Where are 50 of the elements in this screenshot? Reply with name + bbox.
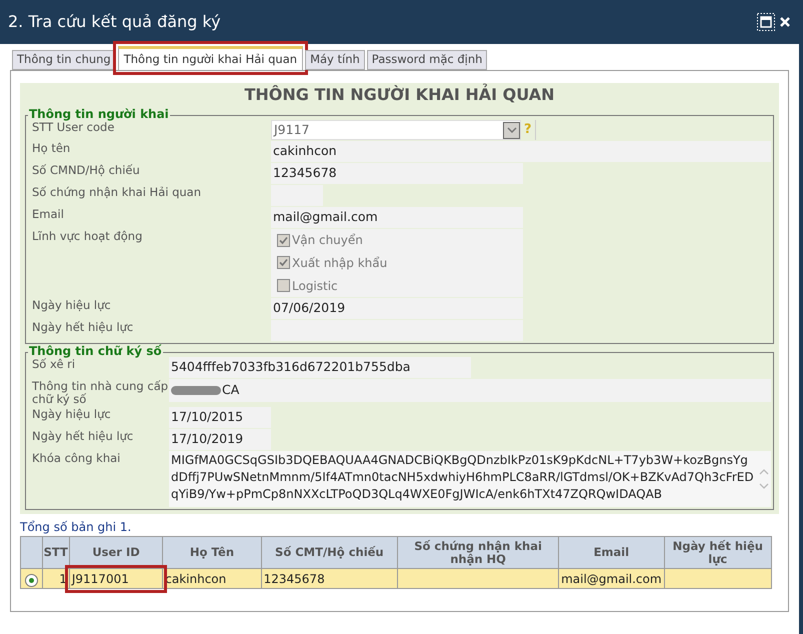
field-label: Email xyxy=(31,207,65,221)
table-cell: cakinhcon xyxy=(162,568,262,588)
checkbox-label: Logistic xyxy=(292,278,338,295)
field-label: Ngày hiệu lực xyxy=(31,298,112,312)
field-label: STT User code xyxy=(32,120,114,134)
checkbox[interactable] xyxy=(277,279,290,292)
maximize-icon[interactable] xyxy=(757,13,775,31)
tab[interactable]: Password mặc định xyxy=(366,50,488,70)
field-value: CA xyxy=(222,381,240,400)
field-label: Họ tên xyxy=(31,141,72,155)
field-label: Số xê ri xyxy=(32,357,76,371)
column-header: Số chứng nhận khai nhận HQ xyxy=(398,536,559,568)
close-icon[interactable] xyxy=(779,16,791,28)
tab[interactable]: Máy tính xyxy=(305,50,365,70)
redaction-mark xyxy=(171,386,221,395)
text-field[interactable]: 5404fffeb7033fb316d672201b755dba xyxy=(169,357,471,378)
text-field[interactable]: 07/06/2019 xyxy=(271,298,523,319)
chevron-icon xyxy=(506,127,516,133)
tab[interactable]: Thông tin chung xyxy=(12,50,116,70)
field-label: Lĩnh vực hoạt động xyxy=(31,229,144,243)
record-count: Tổng số bản ghi 1. xyxy=(20,520,132,535)
dropdown-button[interactable] xyxy=(503,122,520,138)
field-label: Thông tin nhà cung cấp chữ ký số xyxy=(31,379,169,406)
window-title: 2. Tra cứu kết quả đăng ký xyxy=(8,11,221,33)
checkbox[interactable] xyxy=(277,256,290,270)
fieldset-legend: Thông tin chữ ký số xyxy=(28,344,163,358)
combo-field[interactable]: J9117 xyxy=(271,120,521,140)
field-label: Ngày hết hiệu lực xyxy=(31,320,134,334)
combo-value: J9117 xyxy=(274,120,310,139)
text-field[interactable]: 17/10/2015 xyxy=(169,407,271,428)
table-cell: 12345678 xyxy=(261,568,398,588)
field-label: Số CMND/Hộ chiếu xyxy=(31,163,141,177)
text-field[interactable]: 17/10/2019 xyxy=(169,429,271,450)
column-header: Số CMT/Hộ chiếu xyxy=(261,536,398,568)
field-label: Khóa công khai xyxy=(31,451,122,465)
field-label: Ngày hết hiệu lực xyxy=(31,429,134,443)
checkbox[interactable] xyxy=(277,234,290,247)
table-cell: mail@gmail.com xyxy=(558,568,664,588)
checkbox-label: Xuất nhập khẩu xyxy=(292,254,388,272)
field-label: Số chứng nhận khai Hải quan xyxy=(31,185,202,199)
form-heading: THÔNG TIN NGƯỜI KHAI HẢI QUAN xyxy=(243,83,556,106)
radio-button[interactable] xyxy=(24,574,38,586)
text-area-value: MIGfMA0GCSqGSIb3DQEBAQUAA4GNADCBiQKBgQDnzbIkPz01sK9pKdcNL+T7yb3W+kozBgnsYgdDffj7PUwSNetnMmnm/5If4ATmn0tacNH5xdwhiyH6hmPLC8aRR/lGTdmsl/OK+BZKvAd7Qh3cFrEDqYiB9/Yw+pPmCp8nNXXcLTPoQD3QLq4WXE0FgJWIcA/enk6hTXt47ZQRQwIDAQAB xyxy=(170,452,755,503)
fieldset-legend: Thông tin người khai xyxy=(28,107,170,121)
text-field[interactable]: mail@gmail.com xyxy=(271,207,523,228)
text-field[interactable]: 12345678 xyxy=(271,163,523,184)
checkbox-label: Vận chuyển xyxy=(292,232,363,250)
text-field[interactable]: cakinhcon xyxy=(271,141,771,162)
field-label: Ngày hiệu lực xyxy=(31,407,112,421)
text-field[interactable]: CA xyxy=(169,379,771,402)
